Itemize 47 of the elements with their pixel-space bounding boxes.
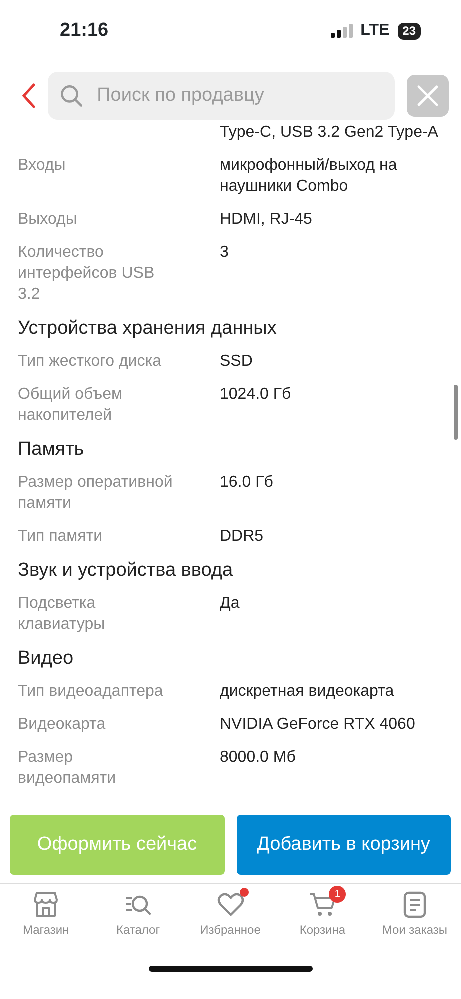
spec-value: 1024.0 Гб — [220, 386, 292, 403]
status-time: 21:16 — [60, 18, 109, 43]
spec-label: Выходы — [18, 211, 78, 228]
spec-label: Тип жесткого диска — [18, 353, 162, 370]
cart-icon — [308, 891, 337, 919]
section-heading: Видео — [18, 647, 75, 671]
network-label: LTE — [360, 21, 390, 41]
spec-value: 8000.0 Мб — [220, 749, 296, 766]
tab-bar-item[interactable]: Мои заказы — [368, 890, 461, 940]
storefront-icon — [32, 891, 60, 919]
spec-label: Подсветка клавиатуры — [18, 595, 106, 633]
section-heading: Память — [18, 438, 86, 462]
signal-icon — [330, 24, 353, 38]
battery-level: 23 — [398, 22, 421, 40]
search-bar[interactable]: Поиск по продавцу — [48, 72, 395, 120]
spec-label: Общий объем накопителей — [18, 386, 123, 424]
spec-value: NVIDIA GeForce RTX 4060 — [220, 716, 416, 733]
spec-value: Да — [220, 595, 240, 612]
tab-bar-item[interactable]: Избранное — [184, 890, 277, 940]
count-badge: 1 — [329, 886, 346, 903]
add-to-cart-button[interactable]: Добавить в корзину — [236, 815, 451, 875]
spec-value: микрофонный/выход на наушники Combo — [220, 157, 398, 195]
checkout-button[interactable]: Оформить сейчас — [10, 815, 224, 875]
spec-label: Количество интерфейсов USB 3.2 — [18, 244, 155, 303]
spec-label: Тип памяти — [18, 528, 103, 545]
spec-value: HDMI, RJ-45 — [220, 211, 312, 228]
spec-label: Размер видеопамяти — [18, 749, 116, 787]
spec-label: Тип видеоадаптера — [18, 683, 164, 700]
spec-value: 3 — [220, 244, 229, 261]
search-icon — [60, 83, 84, 109]
spec-value: SSD — [220, 353, 253, 370]
section-heading: Звук и устройства ввода — [18, 559, 234, 583]
spec-label: Размер оперативной памяти — [18, 474, 173, 512]
search-field[interactable]: Поиск по продавцу — [95, 80, 383, 112]
spec-value: 16.0 Гб — [220, 474, 274, 491]
scrollbar — [454, 385, 458, 440]
section-heading: Устройства хранения данных — [18, 317, 278, 341]
spec-value: дискретная видеокарта — [220, 683, 394, 700]
tab-bar-item[interactable]: Магазин — [0, 890, 92, 940]
heart-icon — [216, 891, 244, 919]
tab-bar-item[interactable]: Каталог — [92, 890, 184, 940]
close-icon — [417, 85, 439, 107]
spec-label: Видеокарта — [18, 716, 106, 733]
spec-value: Type-C, USB 3.2 Gen2 Type-A — [220, 124, 438, 141]
spec-value: DDR5 — [220, 528, 264, 545]
back-icon[interactable] — [22, 83, 36, 109]
spec-label: Входы — [18, 157, 66, 174]
